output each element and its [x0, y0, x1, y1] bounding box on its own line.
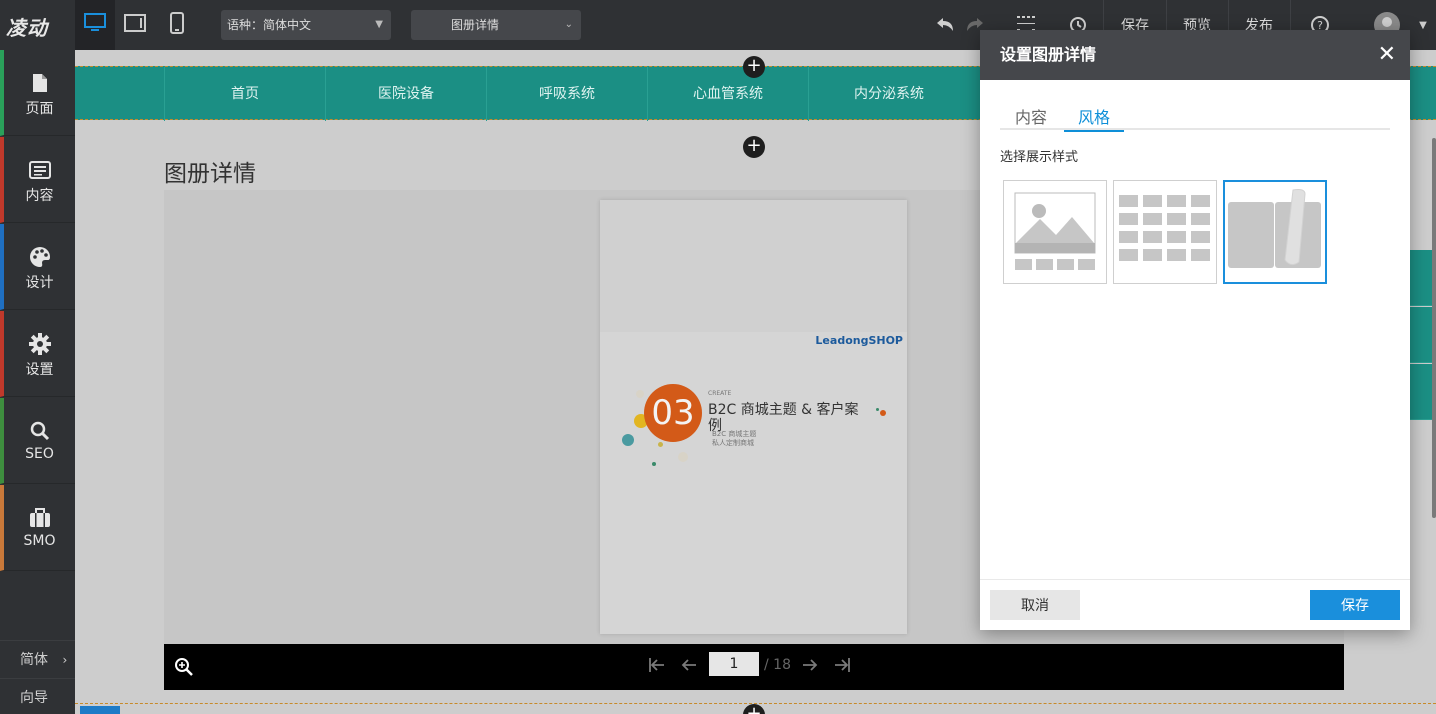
sidebar-item-settings[interactable]: 设置 — [0, 311, 75, 397]
search-icon — [4, 418, 75, 444]
decor-dot — [678, 452, 688, 462]
chapter-subtitle: B2C 商城主题 私人定制商城 — [712, 430, 756, 448]
left-sidebar: 页面 内容 设计 设置 SEO SMO 简体 › 向导 — [0, 50, 75, 714]
language-select-value: 语种：简体中文 — [227, 18, 312, 32]
save-button[interactable]: 保存 — [1310, 590, 1400, 620]
add-module-button[interactable]: + — [743, 136, 765, 158]
brand-logo: LeadongSHOP — [815, 334, 903, 347]
page-top-band — [600, 200, 907, 332]
language-select[interactable]: 语种：简体中文 ▼ — [221, 10, 391, 40]
briefcase-icon — [4, 505, 75, 531]
page-icon — [4, 70, 75, 96]
page-total: / 18 — [764, 657, 791, 673]
undo-icon — [937, 18, 953, 31]
add-module-button[interactable]: + — [743, 56, 765, 78]
dialog-title: 设置图册详情 — [1000, 45, 1097, 64]
site-nav-item[interactable]: 心血管系统 — [647, 67, 808, 121]
decor-dot — [876, 408, 879, 411]
sidebar-item-label: SMO — [23, 533, 56, 549]
decor-dot — [622, 434, 634, 446]
create-label: CREATE — [708, 390, 732, 397]
sidebar-item-label: 设置 — [25, 362, 54, 378]
tab-style[interactable]: 风格 — [1064, 104, 1125, 132]
sidebar-item-label: 内容 — [25, 188, 54, 204]
undo-button[interactable] — [934, 14, 956, 36]
flipbook-controls: 1 / 18 — [164, 644, 1344, 690]
guide-label: 向导 — [20, 690, 48, 706]
next-page-button[interactable] — [801, 656, 819, 679]
sidebar-item-design[interactable]: 设计 — [0, 224, 75, 310]
style-option-single-image[interactable] — [1003, 180, 1107, 284]
chapter-subtitle-line: B2C 商城主题 — [712, 430, 757, 438]
chapter-subtitle-line: 私人定制商城 — [712, 439, 754, 447]
decor-dot — [658, 442, 663, 447]
desktop-view-button[interactable] — [75, 0, 115, 50]
prev-page-button[interactable] — [680, 656, 698, 679]
style-option-grid[interactable] — [1113, 180, 1217, 284]
section-label: 选择展示样式 — [1000, 150, 1079, 165]
dialog-tabs: 内容 风格 — [1000, 100, 1390, 132]
chevron-right-icon: › — [62, 653, 68, 667]
logo: 凌动 — [6, 16, 48, 40]
sidebar-item-label: 设计 — [25, 275, 54, 291]
last-page-icon — [835, 658, 850, 672]
guide-link[interactable]: 向导 — [0, 678, 75, 714]
sidebar-item-page[interactable]: 页面 — [0, 50, 75, 136]
page-title: 图册详情 — [164, 161, 256, 187]
flipbook-icon — [1228, 189, 1321, 268]
zoom-in-button[interactable] — [174, 657, 194, 682]
tablet-icon — [124, 14, 146, 36]
sidebar-item-label: SEO — [25, 446, 54, 462]
cancel-button[interactable]: 取消 — [990, 590, 1080, 620]
chevron-down-icon: ⌄ — [564, 19, 573, 30]
chevron-down-icon: ▼ — [375, 19, 383, 30]
page-select-value: 图册详情 — [451, 18, 500, 32]
site-nav-item[interactable]: 医院设备 — [325, 67, 486, 121]
list-icon — [4, 157, 75, 183]
decor-dot — [880, 410, 886, 416]
site-nav-item[interactable]: 内分泌系统 — [808, 67, 969, 121]
site-nav-item[interactable]: 首页 — [164, 67, 325, 121]
style-option-flipbook[interactable] — [1223, 180, 1327, 284]
first-page-button[interactable] — [648, 656, 666, 679]
sidebar-item-smo[interactable]: SMO — [0, 485, 75, 571]
image-gallery-icon — [1014, 192, 1096, 270]
desktop-icon — [84, 13, 106, 37]
module-tab[interactable] — [80, 706, 120, 714]
grid-layout-icon — [1119, 195, 1210, 261]
canvas-scrollbar[interactable] — [1432, 138, 1436, 518]
decor-dot — [636, 390, 644, 398]
site-nav-item[interactable]: 呼吸系统 — [486, 67, 647, 121]
palette-icon — [4, 244, 75, 270]
decor-dot — [652, 462, 656, 466]
first-page-icon — [649, 658, 664, 672]
user-menu-chevron-icon[interactable]: ▼ — [1412, 14, 1434, 36]
dialog-footer: 取消 保存 — [980, 579, 1410, 630]
last-page-button[interactable] — [833, 656, 851, 679]
tab-content[interactable]: 内容 — [1015, 104, 1047, 132]
zoom-in-icon — [175, 658, 193, 676]
add-module-button[interactable]: + — [743, 704, 765, 714]
sidebar-item-label: 页面 — [25, 101, 54, 117]
chapter-number: 03 — [644, 384, 702, 442]
language-switch-label: 简体 — [20, 652, 48, 668]
flipbook-page[interactable]: LeadongSHOP 03 CREATE B2C 商城主题 & 客户案例 B2… — [600, 200, 907, 634]
mobile-icon — [170, 12, 184, 38]
mobile-view-button[interactable] — [157, 0, 197, 50]
page-number-input[interactable]: 1 — [709, 652, 759, 676]
page-select[interactable]: 图册详情 ⌄ — [411, 10, 581, 40]
dialog-header: 设置图册详情 ✕ — [980, 30, 1410, 80]
sidebar-item-seo[interactable]: SEO — [0, 398, 75, 484]
settings-dialog: 设置图册详情 ✕ 内容 风格 选择展示样式 取消 保存 — [980, 30, 1410, 630]
language-switch[interactable]: 简体 › — [0, 640, 75, 678]
tablet-view-button[interactable] — [115, 0, 155, 50]
arrow-right-icon — [803, 659, 818, 671]
arrow-left-icon — [681, 659, 696, 671]
gear-icon — [4, 331, 75, 357]
sidebar-item-content[interactable]: 内容 — [0, 137, 75, 223]
close-icon[interactable]: ✕ — [1378, 30, 1396, 80]
